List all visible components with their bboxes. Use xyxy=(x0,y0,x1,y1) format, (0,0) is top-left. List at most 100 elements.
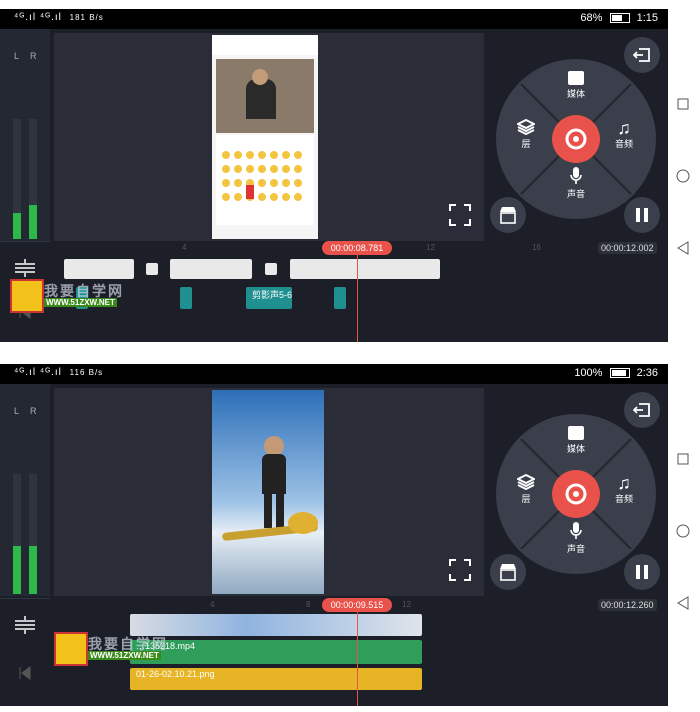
battery-icon xyxy=(609,368,630,379)
status-right: 68% 1:15 xyxy=(580,12,658,24)
transition-marker[interactable] xyxy=(265,263,277,275)
store-icon[interactable] xyxy=(490,197,526,233)
nav-bar xyxy=(668,364,700,706)
emoji-grid xyxy=(216,135,314,225)
nav-back-icon[interactable] xyxy=(676,596,690,610)
meter-left-label: L xyxy=(14,406,20,416)
total-time: 00:00:12.002 xyxy=(598,242,657,254)
video-frame[interactable] xyxy=(212,390,324,594)
audio-icon: ♫ xyxy=(617,118,631,138)
transition-marker[interactable] xyxy=(146,263,158,275)
layer-button[interactable]: 层 xyxy=(506,118,546,150)
watermark-url: WWW.51ZXW.NET xyxy=(44,298,117,307)
camera-icon xyxy=(565,128,587,150)
action-wheel: 媒体 层 ♫ 音频 声音 xyxy=(496,414,656,574)
ruler-tick: 12 xyxy=(402,600,411,609)
media-button[interactable]: 媒体 xyxy=(556,426,596,455)
layer-button[interactable]: 层 xyxy=(506,473,546,505)
meter-left-label: L xyxy=(14,51,20,61)
pause-icon[interactable] xyxy=(624,197,660,233)
skip-start-icon[interactable] xyxy=(18,666,32,680)
media-icon xyxy=(568,426,584,440)
meter-left-bar xyxy=(13,474,21,594)
voice-button[interactable]: 声音 xyxy=(556,522,596,555)
nav-circle-icon[interactable] xyxy=(676,524,690,538)
watermark-logo xyxy=(54,632,88,666)
meter-right-label: R xyxy=(30,51,37,61)
clip-label: 剪影声5-6 xyxy=(252,290,293,300)
meter-right-bar xyxy=(29,474,37,594)
audio-icon: ♫ xyxy=(617,473,631,493)
audio-button[interactable]: ♫ 音频 xyxy=(604,474,644,505)
signal-indicator: ⁴ᴳ.ıl ⁴ᴳ.ıl xyxy=(14,367,62,378)
video-clip[interactable] xyxy=(290,259,440,279)
network-speed: 116 B/s xyxy=(69,368,104,377)
layer-clip[interactable] xyxy=(334,287,346,309)
video-clip[interactable] xyxy=(170,259,252,279)
video-frame[interactable] xyxy=(212,35,318,239)
fullscreen-icon[interactable] xyxy=(448,203,472,227)
meter-left-bar xyxy=(13,119,21,239)
voice-label: 声音 xyxy=(566,189,585,199)
frame-header xyxy=(212,35,318,55)
nav-circle-icon[interactable] xyxy=(676,169,690,183)
media-label: 媒体 xyxy=(566,444,585,454)
signal-indicator: ⁴ᴳ.ıl ⁴ᴳ.ıl xyxy=(14,12,62,23)
voice-label: 声音 xyxy=(566,544,585,554)
playhead[interactable] xyxy=(357,255,358,342)
clip-label: 01-26-02.10.21.png xyxy=(136,669,215,679)
audio-button[interactable]: ♫ 音频 xyxy=(604,119,644,150)
current-time: 00:00:08.781 xyxy=(322,241,392,255)
nav-back-icon[interactable] xyxy=(676,241,690,255)
camera-button[interactable] xyxy=(552,115,600,163)
export-icon[interactable] xyxy=(624,392,660,428)
battery-percent: 100% xyxy=(574,367,603,379)
playhead[interactable] xyxy=(357,612,358,706)
ruler-tick: 12 xyxy=(426,243,435,252)
voice-button[interactable]: 声音 xyxy=(556,167,596,200)
voice-icon xyxy=(570,167,582,184)
export-icon[interactable] xyxy=(624,37,660,73)
layer-icon xyxy=(515,118,537,136)
meter-right-bar xyxy=(29,119,37,239)
meter-divider xyxy=(0,241,50,242)
status-bar: ⁴ᴳ.ıl ⁴ᴳ.ıl 181 B/s 68% 1:15 xyxy=(0,9,668,29)
layer-clip[interactable] xyxy=(180,287,192,309)
network-speed: 181 B/s xyxy=(69,13,104,22)
camera-button[interactable] xyxy=(552,470,600,518)
media-icon xyxy=(568,71,584,85)
audio-meter: L R xyxy=(0,384,50,596)
audio-meter: L R xyxy=(0,29,50,241)
fullscreen-icon[interactable] xyxy=(448,558,472,582)
pause-icon[interactable] xyxy=(624,554,660,590)
split-icon[interactable] xyxy=(14,259,36,277)
ruler-tick: 4 xyxy=(182,243,187,252)
watermark-logo xyxy=(10,279,44,313)
audio-label: 音频 xyxy=(614,139,633,149)
action-wheel: 媒体 层 ♫ 音频 声音 xyxy=(496,59,656,219)
store-icon[interactable] xyxy=(490,554,526,590)
person-leg xyxy=(276,494,284,528)
media-button[interactable]: 媒体 xyxy=(556,71,596,100)
watermark: 我要自学网 WWW.51ZXW.NET xyxy=(54,632,174,668)
emoji-faces xyxy=(222,151,302,201)
layer-clip[interactable]: 剪影声5-6 xyxy=(246,287,292,309)
split-icon[interactable] xyxy=(14,616,36,634)
ruler-tick: 8 xyxy=(306,600,311,609)
nav-square-icon[interactable] xyxy=(676,97,690,111)
audio-label: 音频 xyxy=(614,494,633,504)
meter-divider xyxy=(0,598,50,599)
image-clip[interactable]: 01-26-02.10.21.png xyxy=(130,668,422,690)
timeline[interactable]: 4 12 16 00:00:08.781 00:00:12.002 剪影声5-6… xyxy=(0,241,668,342)
layer-label: 层 xyxy=(521,494,531,504)
nav-square-icon[interactable] xyxy=(676,452,690,466)
ruler-tick: 4 xyxy=(210,600,215,609)
person-head xyxy=(264,436,284,456)
video-clip[interactable] xyxy=(64,259,134,279)
nav-bar xyxy=(668,9,700,342)
battery-percent: 68% xyxy=(580,12,603,24)
status-left: ⁴ᴳ.ıl ⁴ᴳ.ıl 181 B/s xyxy=(14,12,104,23)
timeline[interactable]: 4 8 12 00:00:09.515 00:00:12.260 …135218… xyxy=(0,598,668,706)
golden-ornament xyxy=(288,512,318,534)
person-body xyxy=(262,454,286,494)
